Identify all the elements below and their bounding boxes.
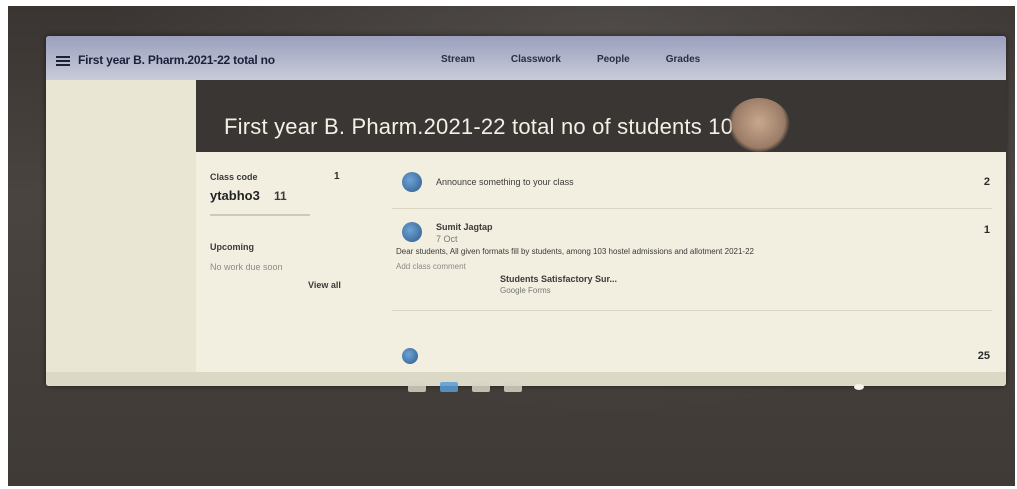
taskbar-app-icon[interactable] (472, 382, 490, 392)
photo-glare (728, 98, 790, 152)
tab-stream[interactable]: Stream (441, 54, 475, 65)
author-avatar (402, 222, 422, 242)
class-banner: First year B. Pharm.2021-22 total no of … (196, 80, 1006, 152)
tab-classwork[interactable]: Classwork (511, 54, 561, 65)
stream-feed: Announce something to your class 2 Sumit… (392, 152, 1006, 386)
menu-icon[interactable] (56, 56, 70, 66)
author-avatar (402, 348, 418, 364)
taskbar-app-icon[interactable] (408, 382, 426, 392)
header-title[interactable]: First year B. Pharm.2021-22 total no (78, 53, 275, 67)
tab-grades[interactable]: Grades (666, 54, 700, 65)
post-author: Sumit Jagtap (436, 222, 493, 232)
post-count: 2 (983, 176, 990, 188)
divider (210, 214, 310, 216)
avatar (402, 172, 422, 192)
class-code-count: 1 (334, 171, 340, 182)
post-body: Dear students, All given formats fill by… (396, 247, 754, 256)
class-code-label: Class code (210, 172, 258, 182)
view-all-link[interactable]: View all (308, 280, 341, 290)
monitor-screen: First year B. Pharm.2021-22 total no Str… (46, 36, 1006, 386)
taskbar-app-icon[interactable] (504, 382, 522, 392)
post-count: 25 (977, 350, 990, 362)
taskbar-app-icon[interactable] (440, 382, 458, 392)
post-count: 1 (983, 224, 990, 236)
info-column: Class code 1 ytabho3 11 Upcoming No work… (196, 152, 376, 386)
comment-link[interactable]: Add class comment (396, 262, 466, 271)
announce-prompt[interactable]: Announce something to your class (436, 177, 574, 187)
taskbar (408, 382, 522, 392)
post-time: 7 Oct (436, 234, 458, 244)
attachment-subtitle: Google Forms (500, 286, 551, 295)
upcoming-label: Upcoming (210, 242, 254, 252)
tab-people[interactable]: People (597, 54, 630, 65)
tab-bar: Stream Classwork People Grades (441, 54, 700, 65)
main-content: Class code 1 ytabho3 11 Upcoming No work… (196, 152, 1006, 386)
post-divider (392, 310, 992, 311)
banner-title: First year B. Pharm.2021-22 total no of … (224, 114, 746, 139)
post-divider (392, 208, 992, 209)
photo-frame: First year B. Pharm.2021-22 total no Str… (8, 6, 1015, 486)
left-margin (46, 80, 196, 386)
class-code-suffix: 11 (274, 189, 287, 203)
app-header: First year B. Pharm.2021-22 total no Str… (46, 36, 1006, 80)
upcoming-note: No work due soon (210, 262, 283, 272)
class-code-value[interactable]: ytabho3 (210, 188, 260, 203)
light-glare (854, 384, 864, 390)
attachment-title[interactable]: Students Satisfactory Sur... (500, 274, 617, 284)
